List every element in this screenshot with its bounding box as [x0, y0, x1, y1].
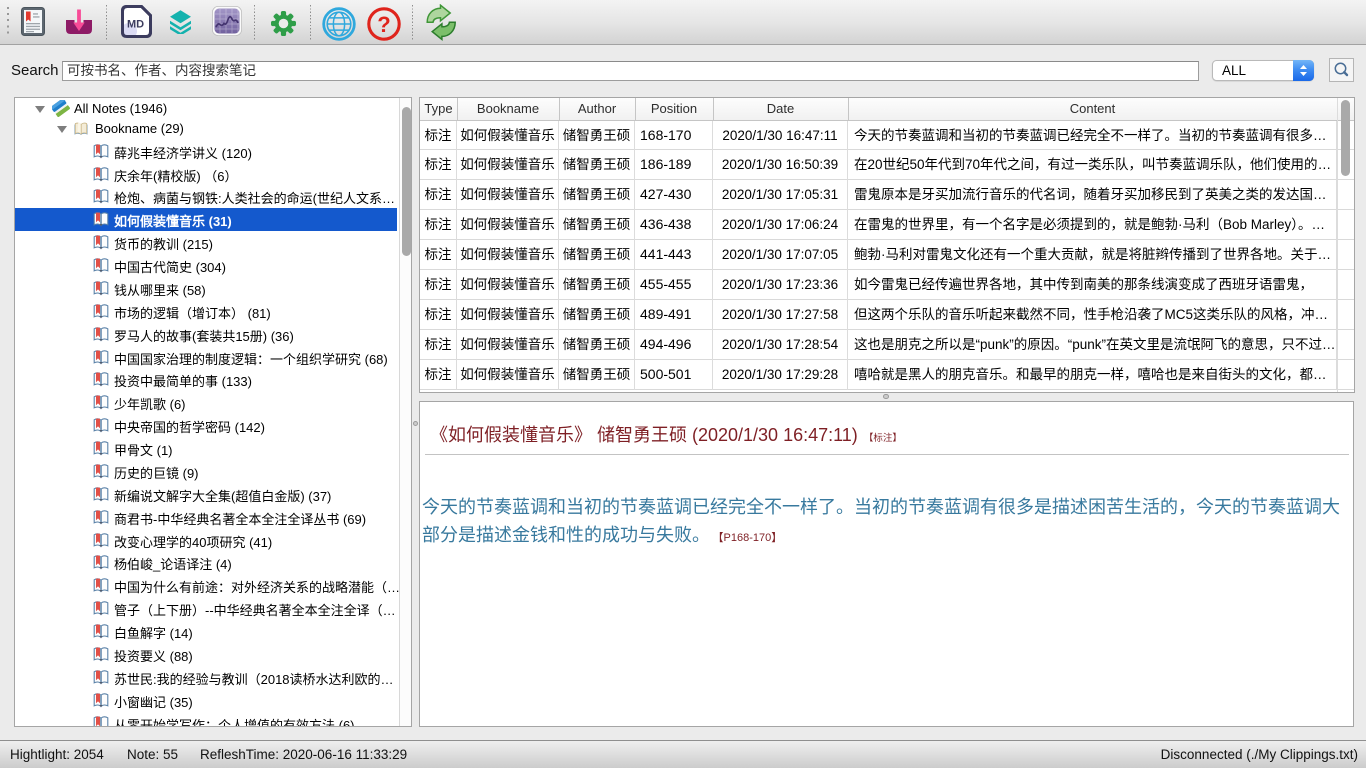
svg-text:MD: MD	[127, 19, 144, 31]
svg-text:?: ?	[377, 12, 390, 37]
